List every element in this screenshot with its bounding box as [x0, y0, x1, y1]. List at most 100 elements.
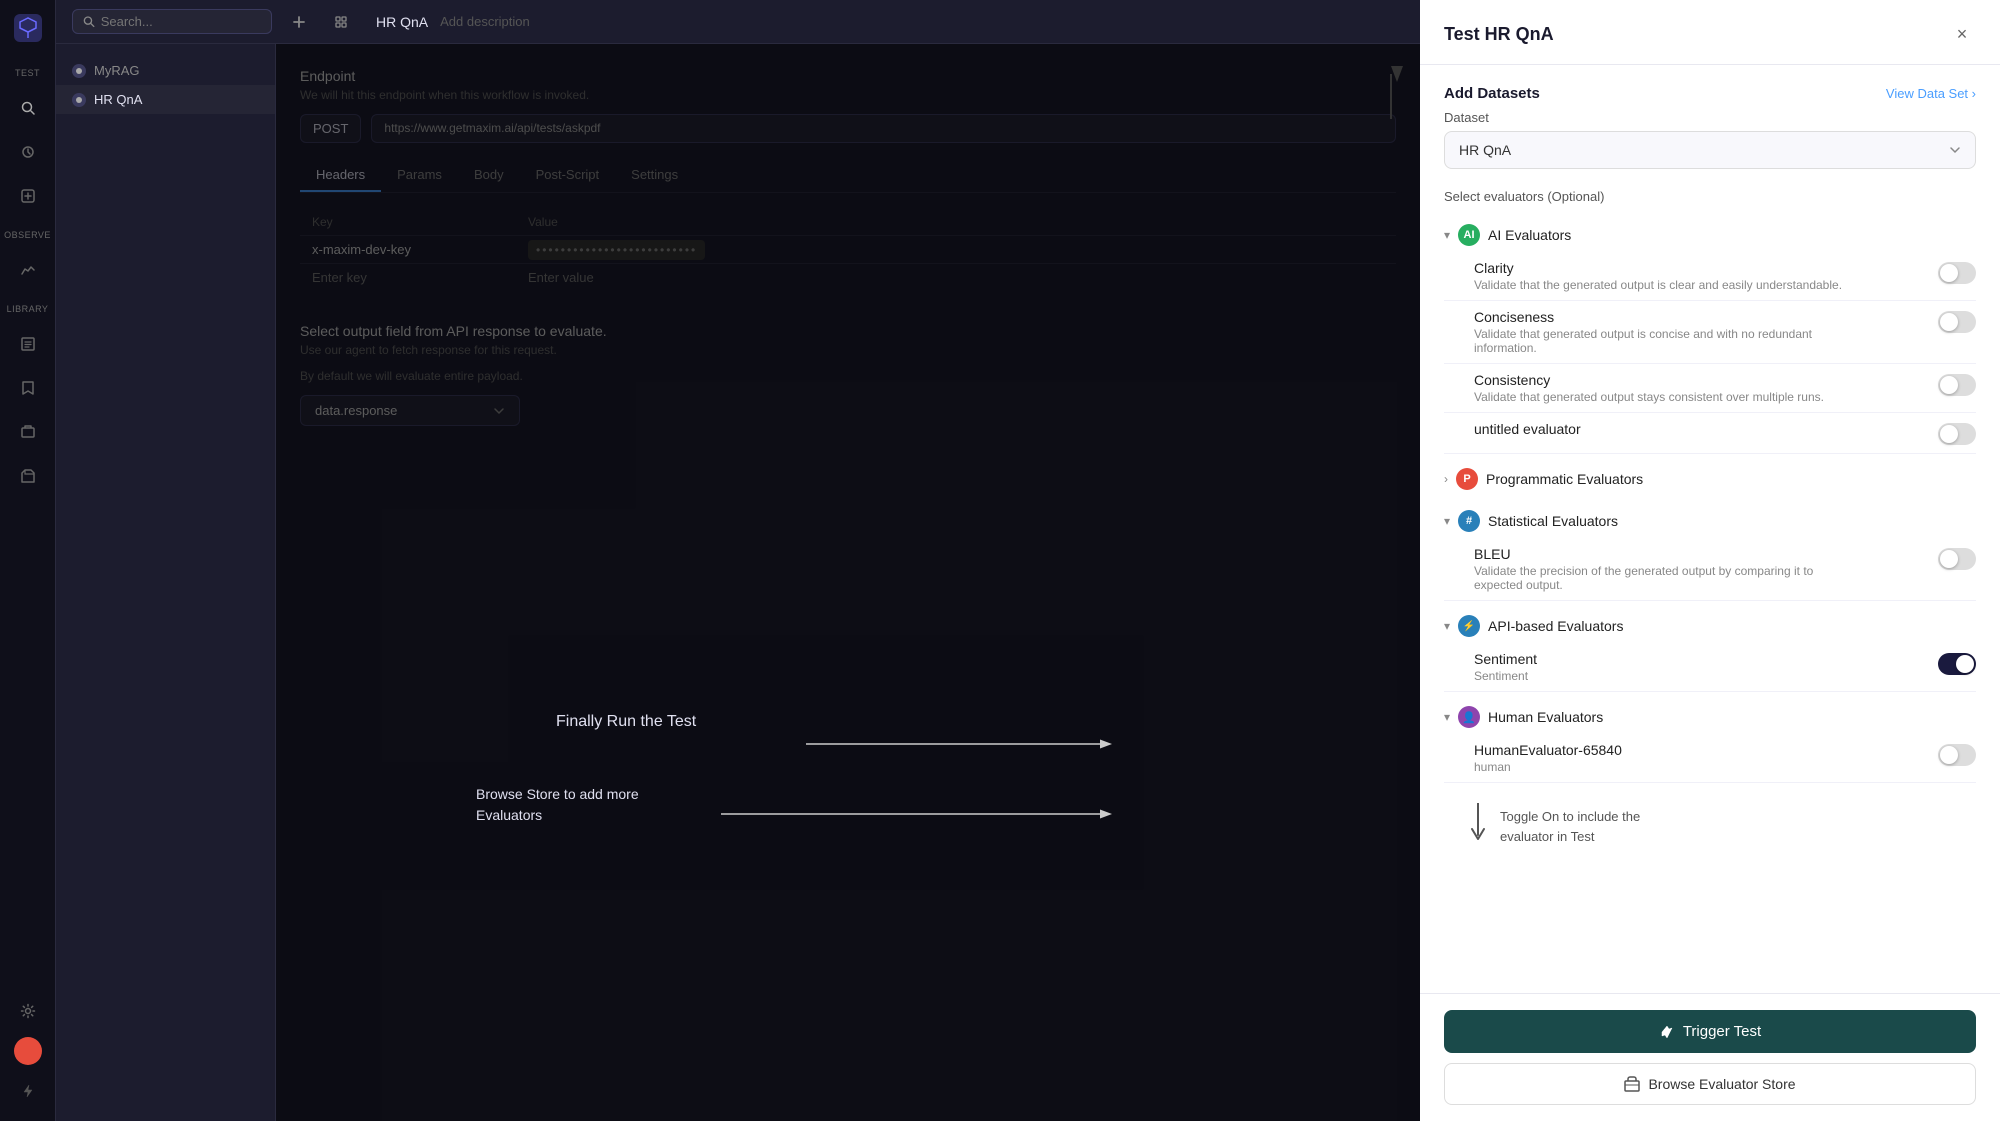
nav-dot-myrag	[72, 64, 86, 78]
nav-sidebar: MyRAG HR QnA	[56, 44, 276, 1121]
add-datasets-heading: Add Datasets	[1444, 85, 1540, 102]
clarity-name: Clarity	[1474, 260, 1842, 276]
humaneval-toggle[interactable]	[1938, 744, 1976, 766]
sentiment-name: Sentiment	[1474, 651, 1537, 667]
eval-item-clarity: Clarity Validate that the generated outp…	[1444, 252, 1976, 301]
browse-btn-label: Browse Evaluator Store	[1648, 1076, 1795, 1092]
eval-group-programmatic-header[interactable]: › P Programmatic Evaluators	[1444, 462, 1976, 496]
eval-group-ai-header[interactable]: ▾ AI AI Evaluators	[1444, 218, 1976, 252]
eval-item-humaneval-info: HumanEvaluator-65840 human	[1474, 742, 1622, 774]
add-datasets-section: Add Datasets View Data Set ›	[1444, 85, 1976, 102]
user-avatar[interactable]	[14, 1037, 42, 1065]
eval-item-bleu: BLEU Validate the precision of the gener…	[1444, 538, 1976, 601]
browse-evaluator-store-button[interactable]: Browse Evaluator Store	[1444, 1063, 1976, 1105]
top-nav: HR QnA Add description	[56, 0, 1420, 44]
clarity-desc: Validate that the generated output is cl…	[1474, 278, 1842, 292]
eval-item-humaneval: HumanEvaluator-65840 human	[1444, 734, 1976, 783]
statistical-evaluators-label: Statistical Evaluators	[1488, 513, 1618, 529]
consistency-name: Consistency	[1474, 372, 1824, 388]
sentiment-desc: Sentiment	[1474, 669, 1537, 683]
bleu-desc: Validate the precision of the generated …	[1474, 564, 1854, 592]
chevron-human-icon: ▾	[1444, 710, 1450, 724]
chevron-statistical-icon: ▾	[1444, 514, 1450, 528]
conciseness-toggle[interactable]	[1938, 311, 1976, 333]
view-data-link[interactable]: View Data Set ›	[1886, 86, 1976, 101]
left-sidebar: TEST OBSERVE LIBRARY	[0, 0, 56, 1121]
down-arrow-icon	[1468, 803, 1488, 843]
humaneval-desc: human	[1474, 760, 1622, 774]
sidebar-icon-lib2[interactable]	[10, 370, 46, 406]
api-evaluators-label: API-based Evaluators	[1488, 618, 1623, 634]
human-evaluators-label: Human Evaluators	[1488, 709, 1603, 725]
untitled-toggle[interactable]	[1938, 423, 1976, 445]
eval-item-bleu-info: BLEU Validate the precision of the gener…	[1474, 546, 1854, 592]
app-logo	[12, 12, 44, 44]
content-area: MyRAG HR QnA Endpoint We will hit this e…	[56, 44, 1420, 1121]
panel-title: Test HR QnA	[1444, 24, 1554, 45]
consistency-toggle[interactable]	[1938, 374, 1976, 396]
nav-item-myrag[interactable]: MyRAG	[56, 56, 275, 85]
dataset-label: Dataset	[1444, 110, 1976, 125]
eval-group-statistical: ▾ # Statistical Evaluators BLEU Validate…	[1444, 504, 1976, 601]
eval-item-conciseness-info: Conciseness Validate that generated outp…	[1474, 309, 1854, 355]
search-icon	[83, 15, 95, 28]
panel-header: Test HR QnA ×	[1420, 0, 2000, 65]
nav-label-myrag: MyRAG	[94, 63, 140, 78]
sidebar-icon-lib1[interactable]	[10, 326, 46, 362]
sentiment-toggle[interactable]	[1938, 653, 1976, 675]
conciseness-name: Conciseness	[1474, 309, 1854, 325]
panel-body: Add Datasets View Data Set › Dataset HR …	[1420, 65, 2000, 993]
chevron-programmatic-icon: ›	[1444, 472, 1448, 486]
close-button[interactable]: ×	[1948, 20, 1976, 48]
trigger-test-button[interactable]: Trigger Test	[1444, 1010, 1976, 1053]
eval-group-api: ▾ ⚡ API-based Evaluators Sentiment Senti…	[1444, 609, 1976, 692]
right-panel: Test HR QnA × Add Datasets View Data Set…	[1420, 0, 2000, 1121]
eval-group-human-header[interactable]: ▾ 👤 Human Evaluators	[1444, 700, 1976, 734]
eval-item-sentiment: Sentiment Sentiment	[1444, 643, 1976, 692]
evaluators-label: Select evaluators (Optional)	[1444, 189, 1976, 204]
test-section-label: TEST	[15, 68, 40, 78]
store-icon	[1624, 1076, 1640, 1092]
eval-group-human: ▾ 👤 Human Evaluators HumanEvaluator-6584…	[1444, 700, 1976, 783]
add-description[interactable]: Add description	[440, 14, 530, 29]
overlay	[276, 44, 1420, 1121]
sidebar-bottom	[10, 993, 46, 1109]
eval-item-consistency: Consistency Validate that generated outp…	[1444, 364, 1976, 413]
eval-item-untitled-info: untitled evaluator	[1474, 421, 1581, 439]
dataset-value: HR QnA	[1459, 142, 1511, 158]
nav-item-hrqna[interactable]: HR QnA	[56, 85, 275, 114]
eval-item-clarity-info: Clarity Validate that the generated outp…	[1474, 260, 1842, 292]
search-input[interactable]	[101, 14, 261, 29]
nav-label-hrqna: HR QnA	[94, 92, 142, 107]
humaneval-name: HumanEvaluator-65840	[1474, 742, 1622, 758]
sidebar-icon-bolt[interactable]	[10, 1073, 46, 1109]
sidebar-icon-lib3[interactable]	[10, 414, 46, 450]
toggle-tooltip-area: Toggle On to include theevaluator in Tes…	[1444, 803, 1976, 846]
eval-item-consistency-info: Consistency Validate that generated outp…	[1474, 372, 1824, 404]
toggle-tooltip-text: Toggle On to include theevaluator in Tes…	[1500, 807, 1640, 846]
clarity-toggle[interactable]	[1938, 262, 1976, 284]
eval-group-ai: ▾ AI AI Evaluators Clarity Validate that…	[1444, 218, 1976, 454]
editor-area: Endpoint We will hit this endpoint when …	[276, 44, 1420, 1121]
bleu-name: BLEU	[1474, 546, 1854, 562]
panel-footer: Trigger Test Browse Evaluator Store	[1420, 993, 2000, 1121]
grid-button[interactable]	[326, 7, 356, 37]
sidebar-icon-observe[interactable]	[10, 252, 46, 288]
human-evaluators-icon: 👤	[1458, 706, 1480, 728]
dataset-select[interactable]: HR QnA	[1444, 131, 1976, 169]
statistical-evaluators-icon: #	[1458, 510, 1480, 532]
chevron-api-icon: ▾	[1444, 619, 1450, 633]
sidebar-icon-settings[interactable]	[10, 993, 46, 1029]
sidebar-icon-search[interactable]	[10, 90, 46, 126]
sidebar-icon-plus[interactable]	[10, 178, 46, 214]
eval-group-api-header[interactable]: ▾ ⚡ API-based Evaluators	[1444, 609, 1976, 643]
sidebar-icon-list[interactable]	[10, 134, 46, 170]
chevron-ai-icon: ▾	[1444, 228, 1450, 242]
add-button[interactable]	[284, 7, 314, 37]
conciseness-desc: Validate that generated output is concis…	[1474, 327, 1854, 355]
bleu-toggle[interactable]	[1938, 548, 1976, 570]
search-bar[interactable]	[72, 9, 272, 34]
eval-group-statistical-header[interactable]: ▾ # Statistical Evaluators	[1444, 504, 1976, 538]
programmatic-evaluators-icon: P	[1456, 468, 1478, 490]
sidebar-icon-lib4[interactable]	[10, 458, 46, 494]
